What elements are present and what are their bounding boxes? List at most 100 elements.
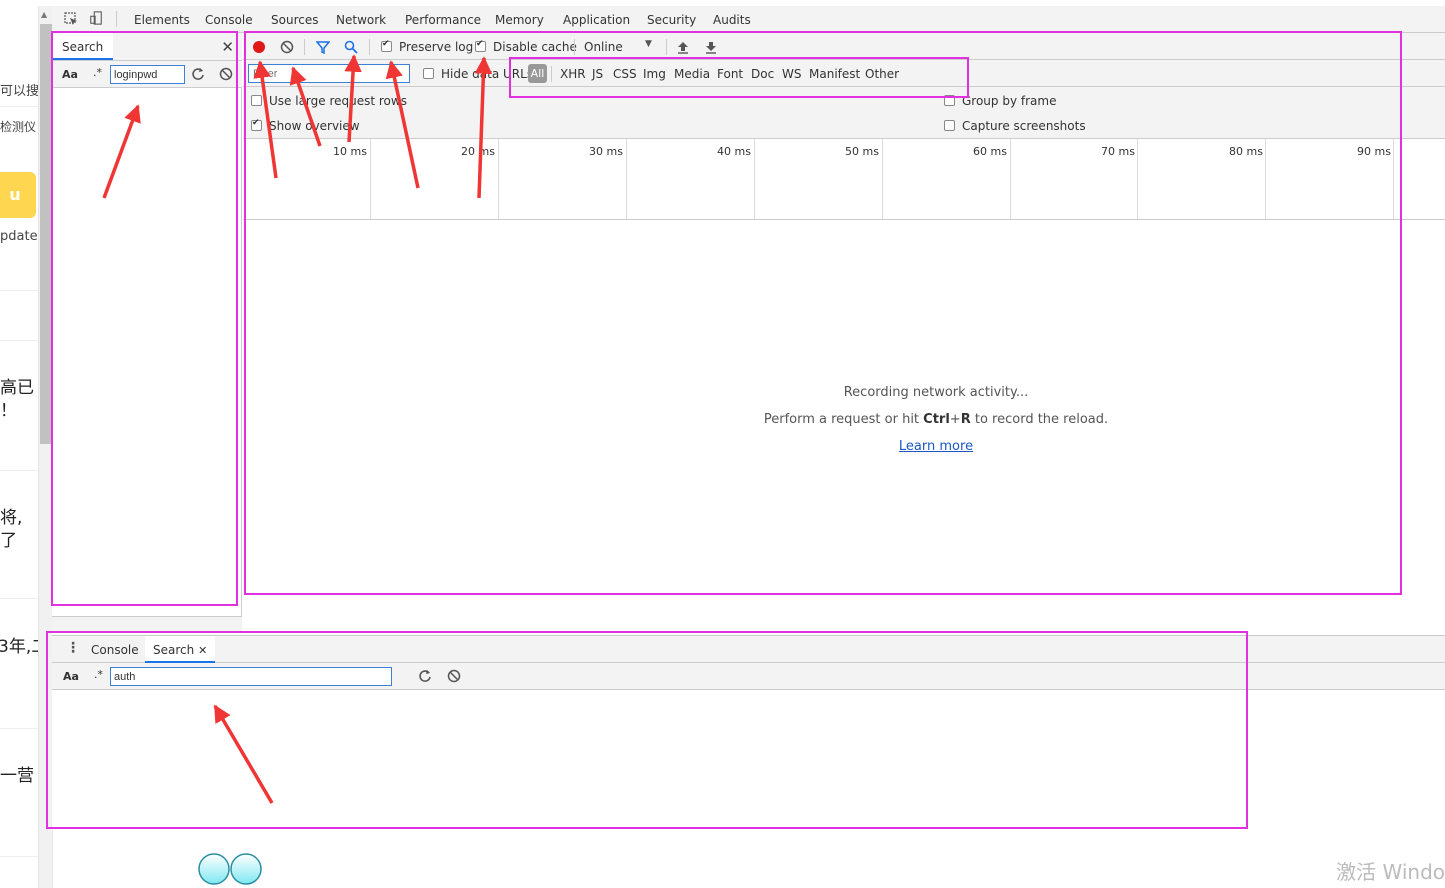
close-icon[interactable]: ✕ [198,644,207,657]
clear-icon[interactable] [219,67,233,81]
search-sidebar-header: Search ✕ [52,33,242,61]
page-button[interactable]: u [0,172,36,218]
page-text: 可以搜 [0,84,38,99]
network-overview-timeline[interactable]: 10 ms 20 ms 30 ms 40 ms 50 ms 60 ms 70 m… [243,139,1445,220]
timeline-tick: 10 ms [333,145,367,158]
clear-icon[interactable] [447,669,461,683]
activation-watermark: 激活 Windo [1336,860,1445,884]
tab-audits[interactable]: Audits [713,13,751,27]
disable-cache-checkbox[interactable] [475,39,486,52]
hide-data-urls-label[interactable]: Hide data URLs [441,67,533,81]
large-rows-checkbox[interactable] [251,95,262,106]
page-text: 将, [0,508,23,528]
refresh-icon[interactable] [418,669,432,683]
show-overview-checkbox[interactable] [251,118,262,131]
type-filter-all[interactable]: All [528,64,547,83]
network-empty-state: Recording network activity... Perform a … [243,385,1445,454]
import-har-icon[interactable] [676,40,690,54]
throttling-select[interactable]: Online [584,40,623,54]
search-sidebar-toolbar: Aa .* [52,61,242,88]
type-filter-other[interactable]: Other [865,67,899,81]
page-text: 高已 [0,378,34,398]
network-toolbar: Preserve log Disable cache Online ▼ [243,33,1445,60]
close-icon[interactable]: ✕ [221,38,234,56]
record-icon[interactable] [252,40,266,54]
type-filter-font[interactable]: Font [717,67,743,81]
drawer-tab-search[interactable]: Search ✕ [145,636,216,663]
type-filter-css[interactable]: CSS [613,67,637,81]
timeline-tick: 70 ms [1101,145,1135,158]
page-scrollbar[interactable]: ▲ [38,6,52,888]
network-panel: Preserve log Disable cache Online ▼ Hide… [243,33,1445,633]
type-filter-js[interactable]: JS [592,67,603,81]
r-key: R [960,412,971,427]
recording-text: Recording network activity... [843,385,1029,400]
regex-toggle[interactable]: .* [94,668,103,681]
refresh-icon[interactable] [191,67,205,81]
scroll-up-icon[interactable]: ▲ [41,10,47,19]
capture-screenshots-checkbox[interactable] [944,120,955,131]
type-filter-ws[interactable]: WS [782,67,801,81]
group-by-frame-checkbox[interactable] [944,95,955,106]
tab-application[interactable]: Application [563,13,630,27]
inspect-element-icon[interactable] [64,12,78,26]
scrollbar-thumb[interactable] [40,24,52,444]
chevron-down-icon[interactable]: ▼ [645,39,652,49]
tab-elements[interactable]: Elements [134,13,190,27]
tab-network[interactable]: Network [336,13,386,27]
filter-input[interactable] [248,64,410,83]
page-lower-area: 激活 Windo [52,830,1445,888]
type-filter-media[interactable]: Media [674,67,710,81]
search-sidebar: Search ✕ Aa .* [52,33,242,633]
clear-icon[interactable] [280,40,294,54]
group-by-frame-label[interactable]: Group by frame [962,94,1056,108]
tab-sources[interactable]: Sources [271,13,318,27]
tab-security[interactable]: Security [647,13,696,27]
drawer-menu-icon[interactable]: ⋮ [66,640,80,656]
hide-data-urls-checkbox[interactable] [423,68,434,79]
page-text: pdate [0,229,38,244]
preserve-log-checkbox[interactable] [381,39,392,52]
timeline-tick: 30 ms [589,145,623,158]
timeline-tick: 40 ms [717,145,751,158]
show-overview-label[interactable]: Show overview [269,119,360,133]
regex-toggle[interactable]: .* [93,66,102,79]
glasses-icon[interactable] [197,852,263,886]
match-case-toggle[interactable]: Aa [63,670,79,683]
drawer-tabbar: ⋮ Console Search ✕ [52,636,1445,663]
match-case-toggle[interactable]: Aa [62,68,78,81]
type-filter-manifest[interactable]: Manifest [809,67,860,81]
network-settings: Use large request rows Show overview Gro… [243,87,1445,139]
type-filter-doc[interactable]: Doc [751,67,774,81]
device-toolbar-icon[interactable] [89,11,103,25]
devtools-tabbar: Elements Console Sources Network Perform… [52,6,1445,33]
tab-memory[interactable]: Memory [495,13,544,27]
timeline-tick: 50 ms [845,145,879,158]
tab-performance[interactable]: Performance [405,13,481,27]
disable-cache-label[interactable]: Disable cache [493,40,577,54]
learn-more-link[interactable]: Learn more [899,439,973,454]
tab-console[interactable]: Console [205,13,253,27]
large-rows-label[interactable]: Use large request rows [269,94,407,108]
preserve-log-label[interactable]: Preserve log [399,40,473,54]
screenshot-root: 可以搜 检测仪 u pdate 高已 ！ 将, 了 3年,二 一营 ▲ Elem… [0,0,1445,888]
drawer-search-toolbar: Aa .* [52,663,1445,690]
timeline-tick: 90 ms [1357,145,1391,158]
search-icon[interactable] [344,40,358,54]
network-filter-bar: Hide data URLs All XHR JS CSS Img Media … [243,60,1445,87]
devtools-drawer: ⋮ Console Search ✕ Aa .* [52,635,1445,830]
type-filter-img[interactable]: Img [643,67,666,81]
ctrl-key: Ctrl [923,412,950,427]
page-text: 检测仪 [0,120,37,134]
type-filter-xhr[interactable]: XHR [560,67,586,81]
search-input[interactable] [110,667,392,686]
export-har-icon[interactable] [704,40,718,54]
search-sidebar-title[interactable]: Search [52,33,114,60]
page-text: 了 [0,531,17,551]
drawer-tab-console[interactable]: Console [91,643,139,657]
search-input[interactable] [110,65,185,84]
search-sidebar-status [52,616,242,633]
filter-icon[interactable] [316,40,330,54]
capture-screenshots-label[interactable]: Capture screenshots [962,119,1086,133]
page-text: 3年,二 [0,637,38,657]
